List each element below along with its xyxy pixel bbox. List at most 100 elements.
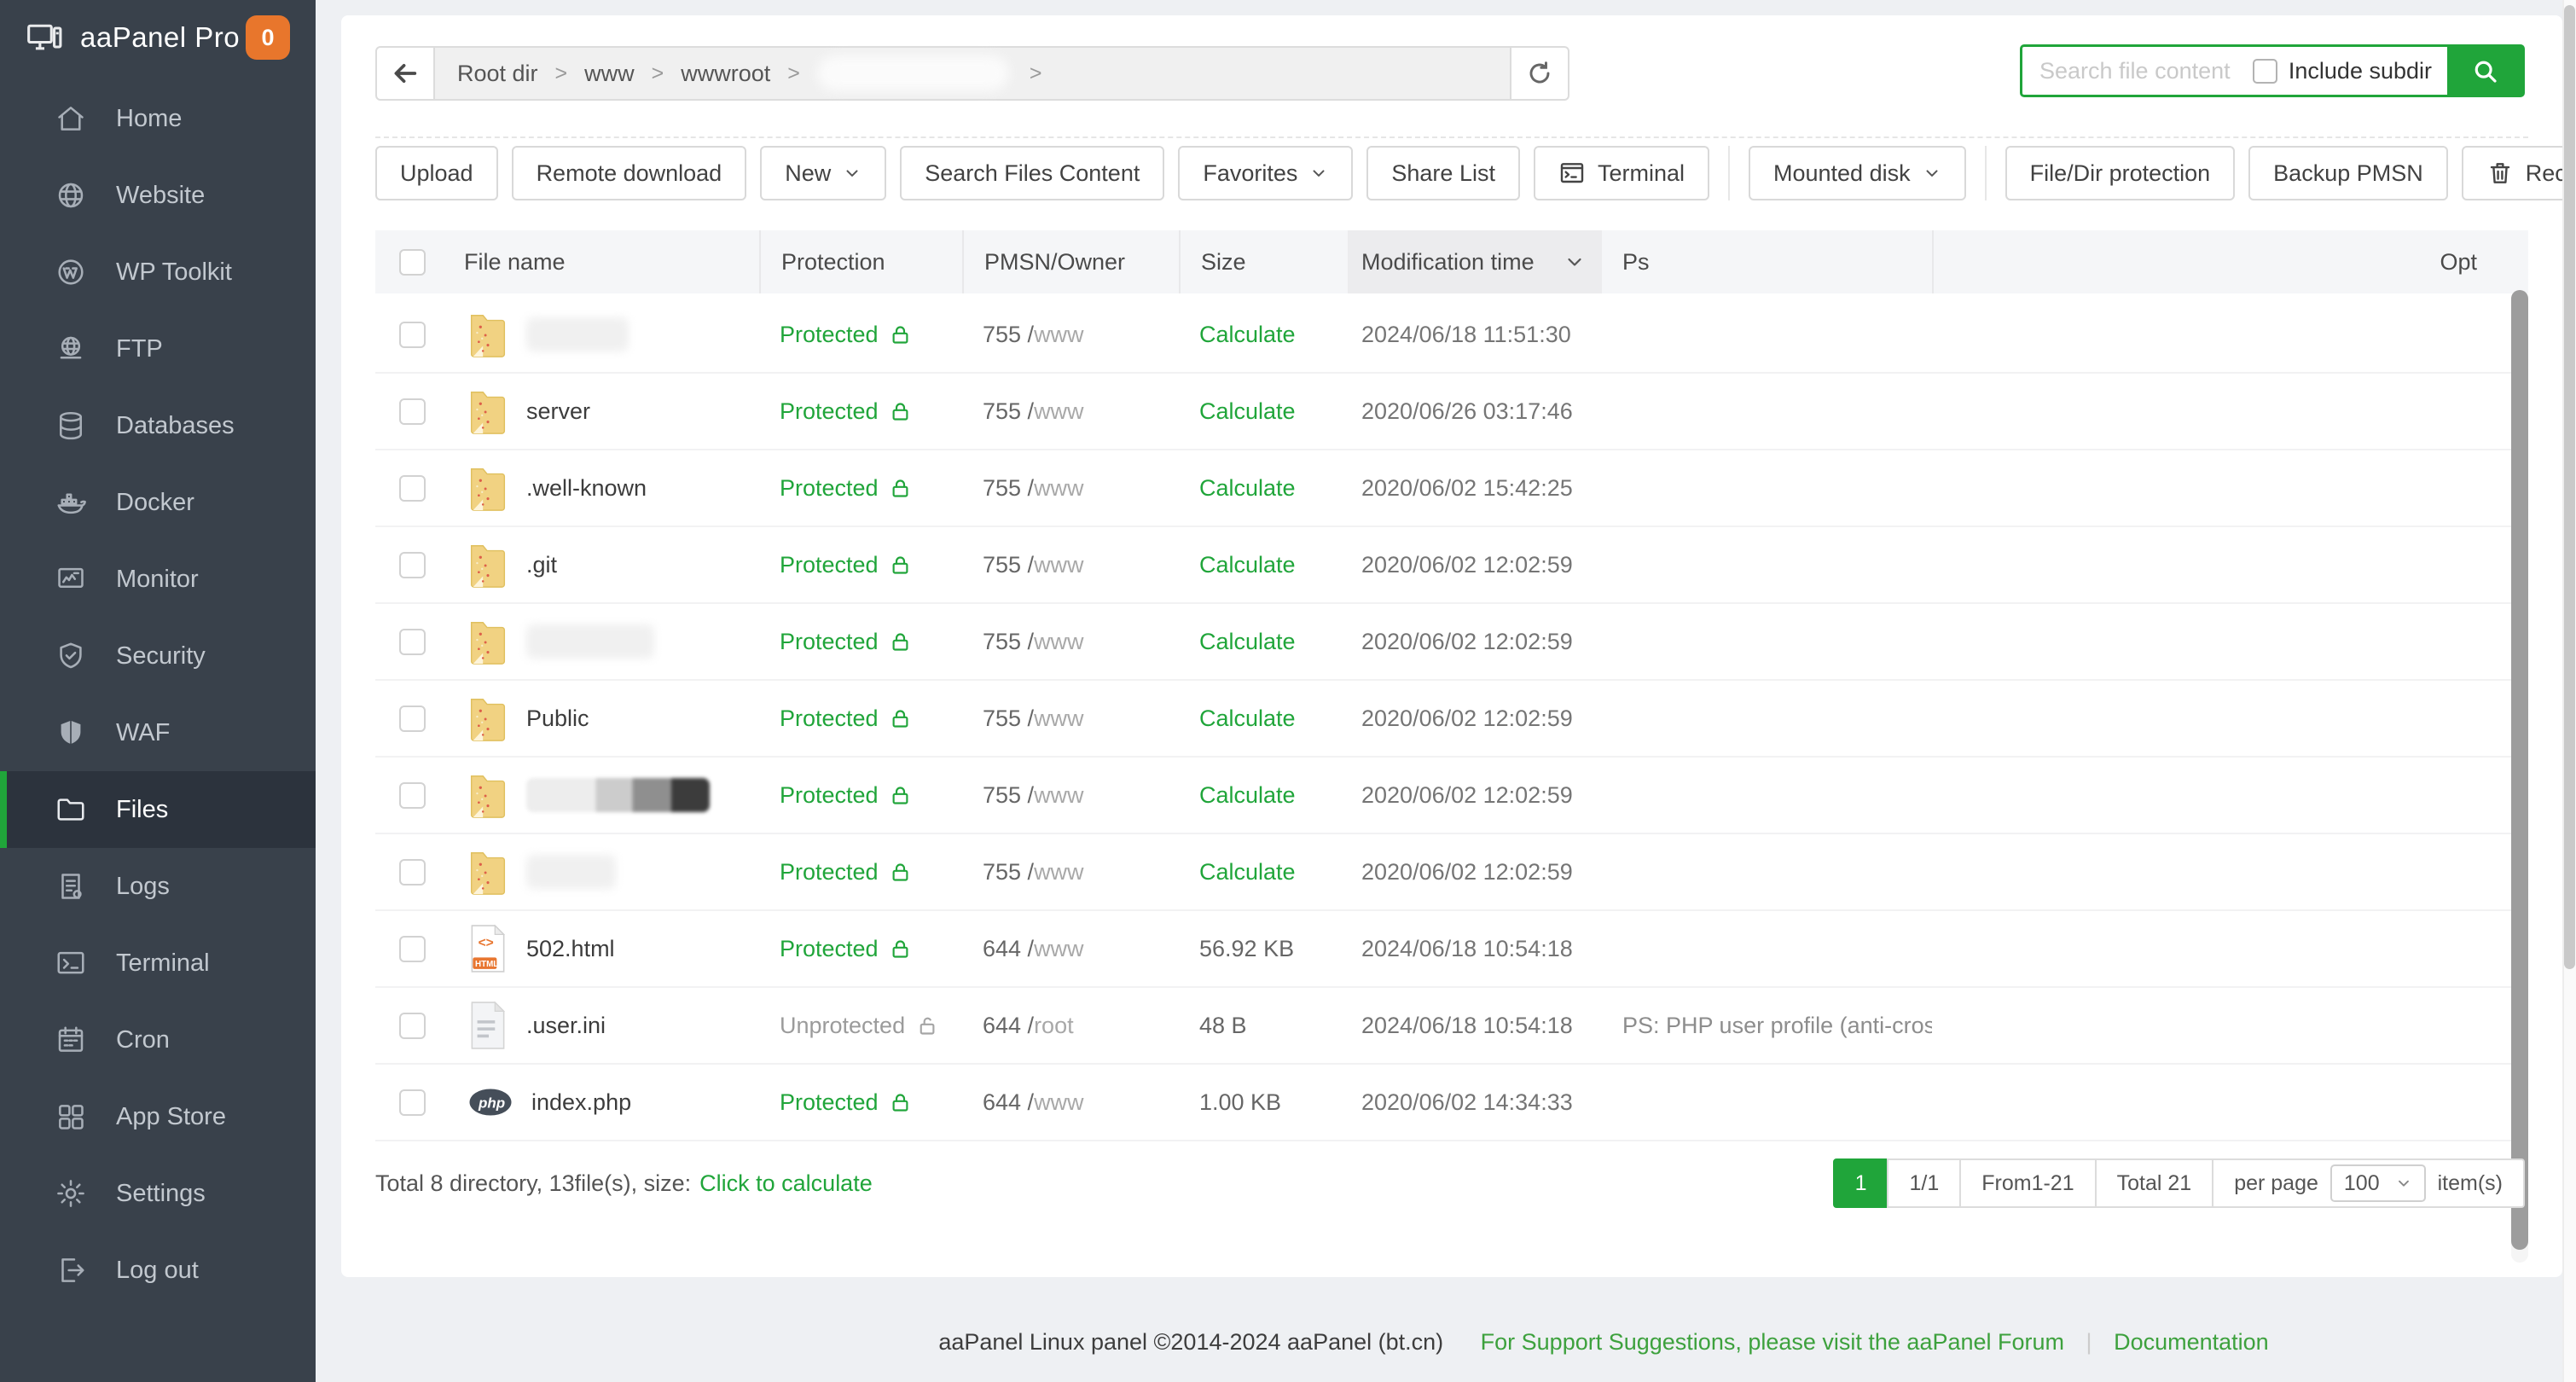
size-calculate-link[interactable]: Calculate <box>1199 782 1296 809</box>
toolbar-button-new[interactable]: New <box>760 146 886 200</box>
toolbar-button-favorites[interactable]: Favorites <box>1178 146 1353 200</box>
sidebar-item-docker[interactable]: Docker <box>0 464 316 541</box>
protection-status[interactable]: Protected <box>780 1089 912 1116</box>
row-checkbox[interactable] <box>399 322 426 348</box>
sidebar-item-ftp[interactable]: FTP <box>0 311 316 387</box>
protection-status[interactable]: Protected <box>780 706 912 732</box>
protection-status[interactable]: Protected <box>780 859 912 886</box>
sidebar-item-website[interactable]: Website <box>0 157 316 234</box>
select-all-checkbox[interactable] <box>399 249 426 276</box>
row-checkbox[interactable] <box>399 782 426 809</box>
header-modification-time[interactable]: Modification time <box>1348 230 1602 293</box>
file-name[interactable]: 502.html <box>526 936 615 962</box>
owner-value: www <box>1034 322 1084 348</box>
search-input[interactable] <box>2022 58 2253 84</box>
sidebar-item-security[interactable]: Security <box>0 618 316 694</box>
row-checkbox[interactable] <box>399 398 426 425</box>
modification-time: 2020/06/02 15:42:25 <box>1348 475 1602 502</box>
breadcrumb-separator: > <box>1030 61 1042 86</box>
terminal-icon <box>1558 160 1586 187</box>
row-checkbox[interactable] <box>399 936 426 962</box>
row-checkbox[interactable] <box>399 1013 426 1039</box>
protection-status[interactable]: Protected <box>780 398 912 425</box>
documentation-link[interactable]: Documentation <box>2114 1329 2269 1355</box>
toolbar-button-terminal[interactable]: Terminal <box>1534 146 1709 200</box>
pmsn-value: 755 / <box>983 322 1034 348</box>
protection-status[interactable]: Protected <box>780 475 912 502</box>
forum-link[interactable]: For Support Suggestions, please visit th… <box>1481 1329 2064 1355</box>
row-checkbox[interactable] <box>399 629 426 655</box>
sidebar-item-databases[interactable]: Databases <box>0 387 316 464</box>
refresh-button[interactable] <box>1511 46 1569 101</box>
file-name[interactable]: .user.ini <box>526 1013 606 1039</box>
row-checkbox[interactable] <box>399 552 426 578</box>
table-row: Protected755 / wwwCalculate2024/06/18 11… <box>375 297 2528 374</box>
table-row: .gitProtected755 / wwwCalculate2020/06/0… <box>375 527 2528 604</box>
protection-status[interactable]: Protected <box>780 552 912 578</box>
toolbar-button-share-list[interactable]: Share List <box>1366 146 1520 200</box>
sidebar-item-monitor[interactable]: Monitor <box>0 541 316 618</box>
folder-icon <box>468 386 508 436</box>
per-page-select[interactable]: 100 <box>2330 1164 2426 1202</box>
sidebar-item-app-store[interactable]: App Store <box>0 1078 316 1155</box>
sidebar-item-logs[interactable]: Logs <box>0 848 316 925</box>
breadcrumb-segment-redacted[interactable] <box>817 55 1009 91</box>
sidebar-item-cron[interactable]: Cron <box>0 1002 316 1078</box>
sidebar-item-waf[interactable]: WAF <box>0 694 316 771</box>
protection-status[interactable]: Unprotected <box>780 1013 938 1039</box>
file-name[interactable]: index.php <box>531 1089 631 1116</box>
notification-badge[interactable]: 0 <box>246 15 290 60</box>
file-name[interactable]: .git <box>526 552 557 578</box>
size-calculate-link[interactable]: Calculate <box>1199 706 1296 732</box>
back-button[interactable] <box>375 46 435 101</box>
size-calculate-link[interactable]: Calculate <box>1199 859 1296 886</box>
size-calculate-link[interactable]: Calculate <box>1199 398 1296 425</box>
sidebar-item-terminal[interactable]: Terminal <box>0 925 316 1002</box>
calculate-size-link[interactable]: Click to calculate <box>699 1170 873 1197</box>
size-calculate-link[interactable]: Calculate <box>1199 629 1296 655</box>
row-checkbox[interactable] <box>399 706 426 732</box>
lock-open-icon <box>915 1014 938 1037</box>
breadcrumb-segment-root[interactable]: Root dir <box>457 61 538 87</box>
search-button[interactable] <box>2447 47 2522 95</box>
toolbar-button-remote-download[interactable]: Remote download <box>512 146 747 200</box>
file-name-redacted[interactable] <box>526 624 654 659</box>
toolbar-button-recycle-bin[interactable]: Recycle bin <box>2462 146 2576 200</box>
include-subdir-checkbox[interactable] <box>2253 59 2277 84</box>
breadcrumb-segment-www[interactable]: www <box>584 61 635 87</box>
protection-status[interactable]: Protected <box>780 782 912 809</box>
toolbar-button-search-files-content[interactable]: Search Files Content <box>900 146 1164 200</box>
toolbar-button-backup-pmsn[interactable]: Backup PMSN <box>2248 146 2448 200</box>
sidebar-item-home[interactable]: Home <box>0 80 316 157</box>
sidebar-item-settings[interactable]: Settings <box>0 1155 316 1232</box>
sidebar-item-logout[interactable]: Log out <box>0 1232 316 1309</box>
table-scrollbar-thumb[interactable] <box>2511 290 2528 1250</box>
file-name-redacted[interactable] <box>526 317 629 351</box>
folder-icon <box>468 770 508 820</box>
sidebar-item-files[interactable]: Files <box>0 771 316 848</box>
page-scrollbar-thumb[interactable] <box>2564 5 2575 969</box>
breadcrumb-segment-wwwroot[interactable]: wwwroot <box>681 61 770 87</box>
page-1-button[interactable]: 1 <box>1833 1158 1889 1208</box>
size-calculate-link[interactable]: Calculate <box>1199 322 1296 348</box>
row-checkbox[interactable] <box>399 475 426 502</box>
toolbar-button-file-dir-protection[interactable]: File/Dir protection <box>2005 146 2236 200</box>
size-calculate-link[interactable]: Calculate <box>1199 475 1296 502</box>
protection-status[interactable]: Protected <box>780 322 912 348</box>
toolbar-button-upload[interactable]: Upload <box>375 146 498 200</box>
file-name[interactable]: .well-known <box>526 475 647 502</box>
file-name[interactable]: server <box>526 398 590 425</box>
toolbar-button-mounted-disk[interactable]: Mounted disk <box>1749 146 1966 200</box>
file-table: Protected755 / wwwCalculate2024/06/18 11… <box>375 297 2528 1143</box>
file-name[interactable]: Public <box>526 706 589 732</box>
sidebar-logo[interactable]: aaPanel Pro 0 <box>0 0 316 75</box>
file-name-redacted[interactable] <box>526 778 710 812</box>
size-calculate-link[interactable]: Calculate <box>1199 552 1296 578</box>
sidebar-item-label: Security <box>116 642 206 671</box>
file-name-redacted[interactable] <box>526 855 616 889</box>
sidebar-item-wp-toolkit[interactable]: WP Toolkit <box>0 234 316 311</box>
row-checkbox[interactable] <box>399 1089 426 1116</box>
row-checkbox[interactable] <box>399 859 426 886</box>
protection-status[interactable]: Protected <box>780 629 912 655</box>
protection-status[interactable]: Protected <box>780 936 912 962</box>
